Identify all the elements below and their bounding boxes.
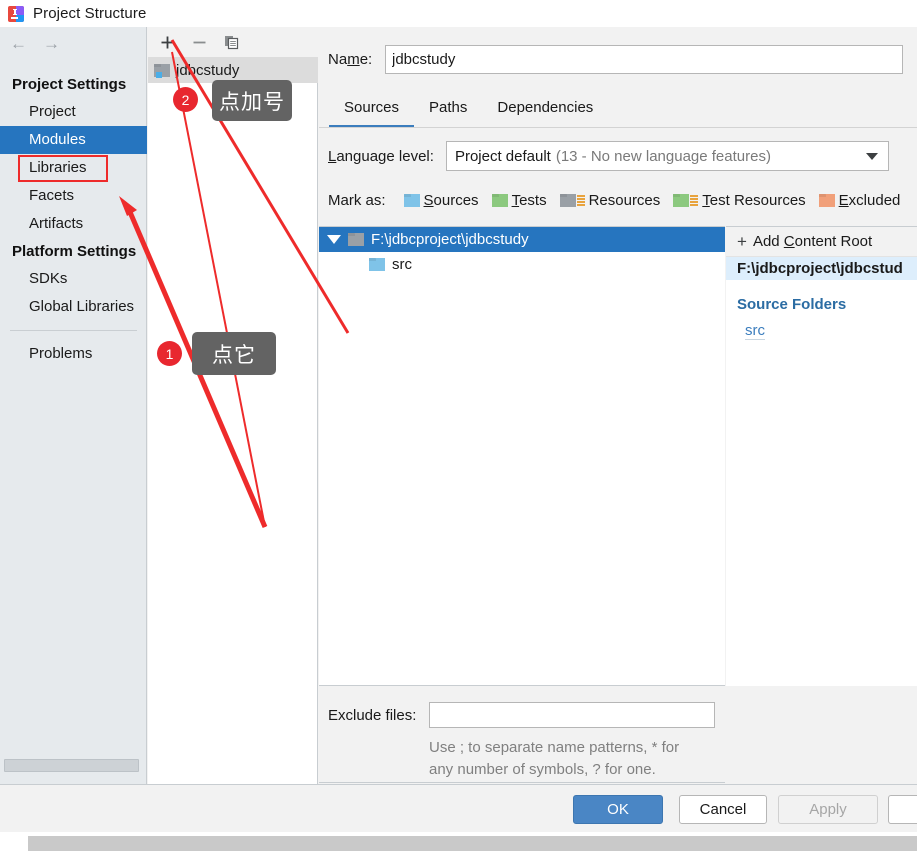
mark-as-test-resources-label: Test Resources (702, 192, 806, 209)
mark-as-tests[interactable]: Tests (491, 192, 547, 209)
chevron-down-icon (865, 152, 878, 160)
name-label: Name: (328, 51, 373, 68)
annotation-bubble-2: 点加号 (212, 80, 292, 121)
folder-icon (348, 233, 364, 246)
copy-module-button[interactable] (222, 33, 241, 52)
language-level-row: Language level: Project default (13 - No… (319, 141, 889, 171)
sidebar-item-global-libraries[interactable]: Global Libraries (0, 293, 147, 321)
exclude-files-hint: Use ; to separate name patterns, * for a… (319, 737, 725, 781)
sidebar-group-project-settings: Project Settings (12, 76, 127, 93)
sidebar-item-artifacts[interactable]: Artifacts (0, 210, 147, 238)
sidebar-divider (10, 330, 137, 331)
sidebar-item-problems[interactable]: Problems (0, 340, 147, 368)
project-structure-dialog: Project Structure ← → Project Settings P… (0, 0, 917, 851)
sidebar-list: Project Settings Project Modules Librari… (0, 71, 147, 368)
apply-button[interactable]: Apply (778, 795, 878, 824)
mark-as-sources-label: Sources (423, 192, 479, 209)
plus-icon: + (737, 232, 747, 251)
dialog-footer: OK Cancel Apply (0, 784, 917, 832)
modules-column: jdbcstudy (148, 27, 318, 784)
status-bar (0, 832, 917, 851)
folder-lines-icon (673, 194, 690, 207)
exclude-files-input[interactable] (429, 702, 716, 728)
language-level-label: Language level: (328, 147, 434, 165)
content-root-path[interactable]: F:\jdbcproject\jdbcstud (726, 257, 917, 280)
sidebar-item-project[interactable]: Project (0, 98, 147, 126)
folder-icon (403, 194, 420, 207)
tree-row[interactable]: src (319, 252, 725, 277)
source-folders-header: Source Folders (737, 296, 847, 313)
intellij-idea-icon (8, 5, 24, 22)
tree-row[interactable]: F:\jdbcproject\jdbcstudy (319, 227, 725, 252)
mark-as-resources-label: Resources (588, 192, 661, 209)
mark-as-tests-label: Tests (511, 192, 547, 209)
add-content-root-label: Add Content Root (752, 233, 873, 250)
sidebar-item-sdks[interactable]: SDKs (0, 265, 147, 293)
language-level-value: Project default (454, 147, 551, 165)
title-bar: Project Structure (0, 0, 917, 27)
test-resource-lines-icon (690, 195, 699, 207)
resource-lines-icon (576, 195, 585, 207)
tab-paths[interactable]: Paths (414, 93, 482, 127)
module-folder-icon (154, 64, 170, 78)
exclude-files-row: Exclude files: (319, 686, 725, 728)
content-root-details-pane: + Add Content Root F:\jdbcproject\jdbcst… (726, 226, 917, 686)
window-title: Project Structure (33, 5, 147, 22)
language-level-select[interactable]: Project default (13 - No new language fe… (445, 141, 889, 171)
add-module-button[interactable] (158, 33, 177, 52)
remove-module-button[interactable] (190, 33, 209, 52)
tabs-underline (319, 127, 917, 128)
module-name-input[interactable] (385, 45, 903, 74)
status-bar-fill (28, 836, 917, 851)
cancel-button[interactable]: Cancel (679, 795, 767, 824)
source-folder-label: src (392, 256, 412, 273)
module-editor-panel: Name: Sources Paths Dependencies Languag… (319, 27, 917, 784)
annotation-badge-2: 2 (173, 87, 198, 112)
exclude-files-section: Exclude files: Use ; to separate name pa… (319, 686, 725, 784)
settings-sidebar: ← → Project Settings Project Modules Lib… (0, 27, 147, 784)
tab-sources[interactable]: Sources (329, 93, 415, 127)
mark-as-row: Mark as: Sources Tests Resources Test Re… (319, 192, 913, 209)
mark-as-sources[interactable]: Sources (403, 192, 479, 209)
module-name-row: Name: (319, 45, 903, 74)
mark-as-label: Mark as: (328, 192, 386, 209)
folder-lines-icon (559, 194, 576, 207)
triangle-down-icon[interactable] (327, 235, 341, 244)
mark-as-excluded[interactable]: Excluded (818, 192, 901, 209)
mark-as-test-resources[interactable]: Test Resources (673, 192, 806, 209)
module-name-label: jdbcstudy (176, 62, 240, 79)
arrow-left-icon[interactable]: ← (10, 35, 27, 52)
navigation-arrows: ← → (0, 27, 147, 59)
sidebar-item-libraries[interactable]: Libraries (0, 154, 147, 182)
folder-icon (818, 194, 835, 207)
exclude-files-label: Exclude files: (328, 706, 417, 724)
mark-as-resources[interactable]: Resources (559, 192, 661, 209)
sidebar-group-platform-settings: Platform Settings (12, 243, 137, 260)
modules-toolbar (148, 27, 318, 58)
help-button[interactable] (888, 795, 917, 824)
language-level-hint: (13 - No new language features) (555, 147, 771, 165)
folder-icon (369, 258, 385, 271)
ok-button[interactable]: OK (573, 795, 663, 824)
tab-dependencies[interactable]: Dependencies (482, 93, 608, 127)
panel-bottom-divider (319, 782, 725, 783)
arrow-right-icon[interactable]: → (43, 35, 60, 52)
sidebar-item-facets[interactable]: Facets (0, 182, 147, 210)
editor-tabs: Sources Paths Dependencies (329, 93, 608, 127)
exclude-hint-line-1: Use ; to separate name patterns, * for (429, 739, 680, 756)
annotation-bubble-1: 点它 (192, 332, 276, 375)
sidebar-item-modules[interactable]: Modules (0, 126, 147, 154)
mark-as-excluded-label: Excluded (838, 192, 901, 209)
exclude-hint-line-2: any number of symbols, ? for one. (429, 761, 656, 778)
content-roots-tree: F:\jdbcproject\jdbcstudy src (319, 226, 725, 686)
sidebar-horizontal-scrollbar[interactable] (4, 759, 139, 772)
annotation-badge-1: 1 (157, 341, 182, 366)
folder-icon (491, 194, 508, 207)
source-folder-item-label: src (745, 322, 765, 340)
content-root-path-label: F:\jdbcproject\jdbcstudy (371, 231, 529, 248)
source-folder-item[interactable]: src (726, 322, 917, 340)
add-content-root-button[interactable]: + Add Content Root (726, 227, 917, 257)
